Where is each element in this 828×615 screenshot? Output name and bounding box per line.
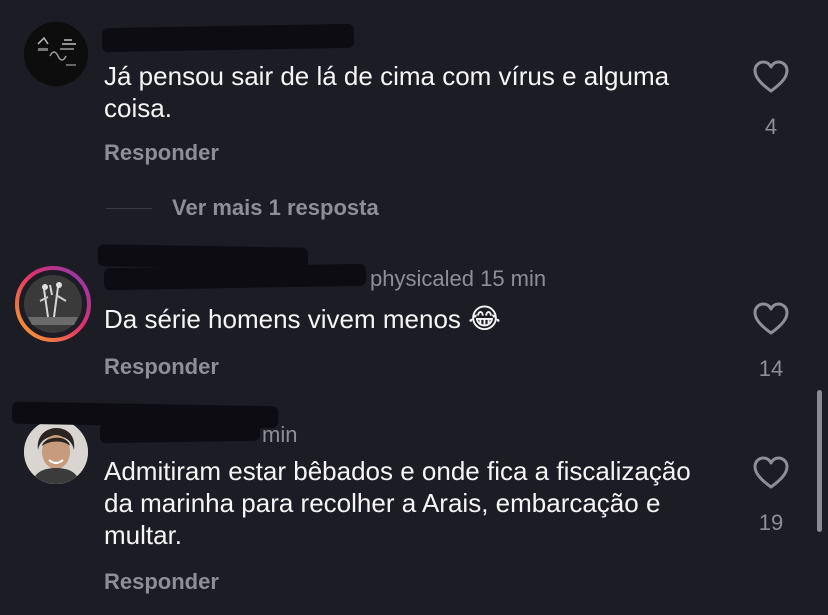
comment-time: 15 min (480, 266, 547, 291)
redacted-username (103, 263, 367, 291)
comments-panel: Já pensou sair de lá de cima com vírus e… (0, 0, 828, 615)
heart-outline-icon (753, 302, 789, 335)
thread-line (106, 207, 152, 209)
like-button[interactable] (752, 455, 790, 491)
reply-button[interactable]: Responder (104, 354, 219, 380)
avatar[interactable] (24, 22, 88, 86)
reply-button[interactable]: Responder (104, 569, 219, 595)
comment-item: min Admitiram estar bêbados e onde fica … (0, 392, 828, 615)
profile-photo-dark-logo-icon (24, 22, 88, 86)
comment-meta: min (262, 422, 297, 450)
redacted-username (99, 420, 261, 444)
comment-text: Já pensou sair de lá de cima com vírus e… (104, 61, 670, 123)
comment-meta: physicaled 15 min (370, 266, 546, 294)
view-more-replies-label: Ver mais 1 resposta (172, 195, 379, 220)
like-count: 14 (758, 356, 784, 381)
comment-text: Admitiram estar bêbados e onde fica a fi… (104, 456, 691, 550)
avatar[interactable] (24, 420, 88, 484)
profile-photo-woman-icon (24, 420, 88, 484)
like-count: 4 (764, 114, 778, 139)
comment-item: physicaled 15 min Da série homens vivem … (0, 240, 828, 390)
avatar[interactable] (14, 265, 92, 343)
comment-username[interactable]: physicaled (370, 266, 474, 291)
redacted-username (101, 23, 355, 53)
like-button[interactable] (752, 59, 790, 95)
reply-button[interactable]: Responder (104, 140, 219, 166)
comment-item: Já pensou sair de lá de cima com vírus e… (0, 0, 828, 190)
comment-text-body: Da série homens vivem menos (104, 304, 461, 334)
laughing-emoji-icon: 😂 (468, 302, 501, 335)
heart-outline-icon (753, 60, 789, 93)
comment-text: Da série homens vivem menos 😂 (104, 303, 724, 335)
scrollbar[interactable] (817, 390, 822, 532)
like-button[interactable] (752, 301, 790, 337)
view-more-replies-button[interactable]: Ver mais 1 resposta (106, 193, 379, 223)
heart-outline-icon (753, 456, 789, 489)
like-count: 19 (758, 510, 784, 535)
comment-time: min (262, 422, 298, 447)
profile-photo-with-story-ring-icon (15, 266, 91, 342)
